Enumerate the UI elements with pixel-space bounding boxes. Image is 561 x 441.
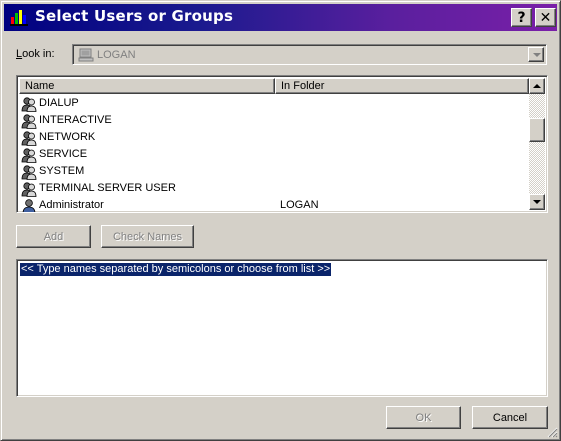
- title-bar[interactable]: Select Users or Groups ? ✕: [4, 4, 557, 31]
- add-button-label: Add: [43, 230, 64, 243]
- help-icon: ?: [517, 9, 526, 26]
- scroll-thumb[interactable]: [529, 118, 545, 142]
- group-icon: [21, 97, 37, 112]
- check-names-button[interactable]: Check Names: [101, 225, 194, 248]
- list-rows: DIALUP INTERACTIVE NETWORK SERVICE SYSTE…: [19, 95, 529, 212]
- look-in-label: Look in:: [16, 48, 55, 60]
- group-icon: [21, 182, 37, 197]
- list-item[interactable]: NETWORK: [19, 129, 529, 146]
- list-item[interactable]: INTERACTIVE: [19, 112, 529, 129]
- look-in-label-text: ook in:: [22, 48, 55, 60]
- resize-grip-icon[interactable]: [546, 426, 558, 438]
- column-header-in-folder[interactable]: In Folder: [275, 78, 529, 94]
- group-icon: [21, 148, 37, 163]
- row-name: SYSTEM: [39, 165, 85, 177]
- window-title: Select Users or Groups: [35, 7, 234, 25]
- row-name: Administrator: [39, 199, 104, 211]
- row-name: TERMINAL SERVER USER: [39, 182, 176, 194]
- dialog-window: Select Users or Groups ? ✕ Look in: LOGA…: [0, 0, 561, 441]
- vertical-scrollbar[interactable]: [529, 78, 545, 210]
- group-icon: [21, 114, 37, 129]
- ok-button[interactable]: OK: [386, 406, 461, 429]
- ok-button-label: OK: [415, 411, 432, 424]
- users-list[interactable]: Name In Folder DIALUP INTERACTIVE NETWOR…: [16, 75, 548, 213]
- close-icon: ✕: [539, 9, 552, 26]
- chevron-down-icon[interactable]: [528, 47, 544, 62]
- scroll-up-icon[interactable]: [529, 78, 545, 94]
- app-icon: [10, 10, 28, 26]
- computer-icon: [78, 48, 94, 62]
- look-in-combo[interactable]: LOGAN: [72, 44, 547, 65]
- row-folder: LOGAN: [280, 199, 319, 211]
- add-button[interactable]: Add: [16, 225, 91, 248]
- group-icon: [21, 131, 37, 146]
- group-icon: [21, 165, 37, 180]
- cancel-button-label: Cancel: [492, 411, 528, 424]
- row-name: SERVICE: [39, 148, 88, 160]
- user-icon: [22, 199, 36, 212]
- row-name: INTERACTIVE: [39, 114, 112, 126]
- scroll-down-icon[interactable]: [529, 194, 545, 210]
- row-name: NETWORK: [39, 131, 96, 143]
- help-button[interactable]: ?: [511, 8, 532, 27]
- list-item[interactable]: TERMINAL SERVER USER: [19, 180, 529, 197]
- list-item[interactable]: DIALUP: [19, 95, 529, 112]
- column-header-name[interactable]: Name: [19, 78, 275, 94]
- check-names-button-label: Check Names: [112, 230, 183, 243]
- close-button[interactable]: ✕: [535, 8, 556, 27]
- list-item[interactable]: Administrator LOGAN: [19, 197, 529, 212]
- look-in-value: LOGAN: [97, 49, 136, 61]
- names-hint-text: << Type names separated by semicolons or…: [20, 263, 332, 276]
- list-item[interactable]: SERVICE: [19, 146, 529, 163]
- row-name: DIALUP: [39, 97, 79, 109]
- names-input[interactable]: << Type names separated by semicolons or…: [16, 259, 548, 397]
- cancel-button[interactable]: Cancel: [472, 406, 548, 429]
- list-item[interactable]: SYSTEM: [19, 163, 529, 180]
